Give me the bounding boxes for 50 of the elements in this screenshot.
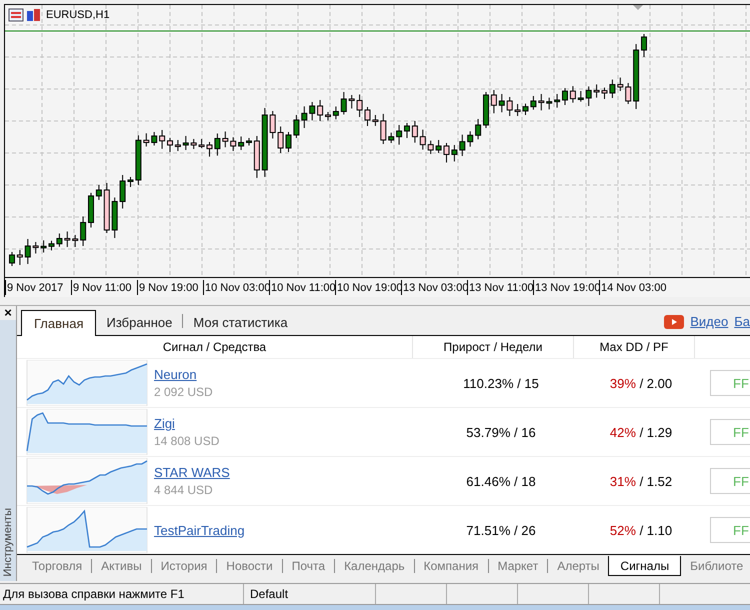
balance-text: 4 844 USD: [154, 483, 214, 497]
tab[interactable]: Маркет: [488, 556, 548, 576]
marker-triangle-icon: [633, 5, 643, 10]
profit-factor-text: / 2.00: [640, 376, 672, 390]
drawdown-text: 31%: [610, 474, 636, 488]
tab[interactable]: Новости: [217, 556, 282, 576]
drawdown-text: 39%: [610, 376, 636, 390]
close-button[interactable]: ×: [0, 306, 16, 320]
tab[interactable]: Главная: [21, 310, 96, 336]
profit-factor-text: / 1.52: [640, 474, 672, 488]
growth-text: 71.51% / 26: [465, 522, 537, 538]
column-header[interactable]: Прирост / Недели: [412, 336, 573, 358]
column-header[interactable]: Max DD / PF: [573, 336, 694, 358]
tab[interactable]: Сигналы: [608, 556, 682, 576]
growth-text: 53.79% / 16: [465, 424, 537, 440]
link[interactable]: Видео: [690, 314, 728, 329]
balance-text: 2 092 USD: [154, 385, 213, 399]
tab[interactable]: Календарь: [335, 556, 414, 576]
tab[interactable]: История: [152, 556, 216, 576]
growth-text: 61.46% / 18: [465, 474, 537, 488]
drawdown-text: 42%: [610, 424, 636, 440]
chart-window-icon: [8, 8, 42, 22]
video-play-icon: [664, 314, 684, 328]
signal-link[interactable]: Neuron: [154, 367, 213, 382]
tab[interactable]: Избранное: [96, 311, 182, 333]
link[interactable]: Ба: [734, 314, 750, 329]
time-axis-label: 9 Nov 19:00: [137, 280, 203, 295]
time-axis-label: 9 Nov 11:00: [71, 280, 137, 295]
tab[interactable]: Алерты: [548, 556, 608, 576]
profit-factor-text: / 1.29: [640, 424, 672, 440]
signal-link[interactable]: Zigi: [154, 416, 220, 431]
signal-link[interactable]: STAR WARS: [154, 465, 230, 480]
tab[interactable]: Активы: [92, 556, 151, 576]
column-header[interactable]: Сигнал / Средства: [17, 340, 412, 354]
tab[interactable]: Почта: [282, 556, 334, 576]
time-axis-label: 13 Nov 11:00: [467, 280, 533, 295]
chart-title: EURUSD,H1: [46, 9, 110, 21]
tab[interactable]: Библиоте: [681, 556, 750, 576]
growth-text: 110.23% / 15: [462, 376, 540, 390]
tab[interactable]: Торговля: [23, 556, 92, 576]
balance-text: 14 808 USD: [154, 434, 220, 448]
time-axis-label: 14 Nov 03:00: [599, 280, 665, 295]
panel-title: Инструменты: [2, 508, 14, 577]
time-axis-label: 10 Nov 11:00: [269, 280, 335, 295]
profit-factor-text: / 1.10: [640, 522, 672, 538]
time-axis-label: 9 Nov 2017: [5, 280, 71, 295]
signal-link[interactable]: TestPairTrading: [154, 522, 245, 538]
drawdown-text: 52%: [610, 522, 636, 538]
tab[interactable]: Моя статистика: [183, 311, 298, 333]
tab[interactable]: Компания: [414, 556, 488, 576]
